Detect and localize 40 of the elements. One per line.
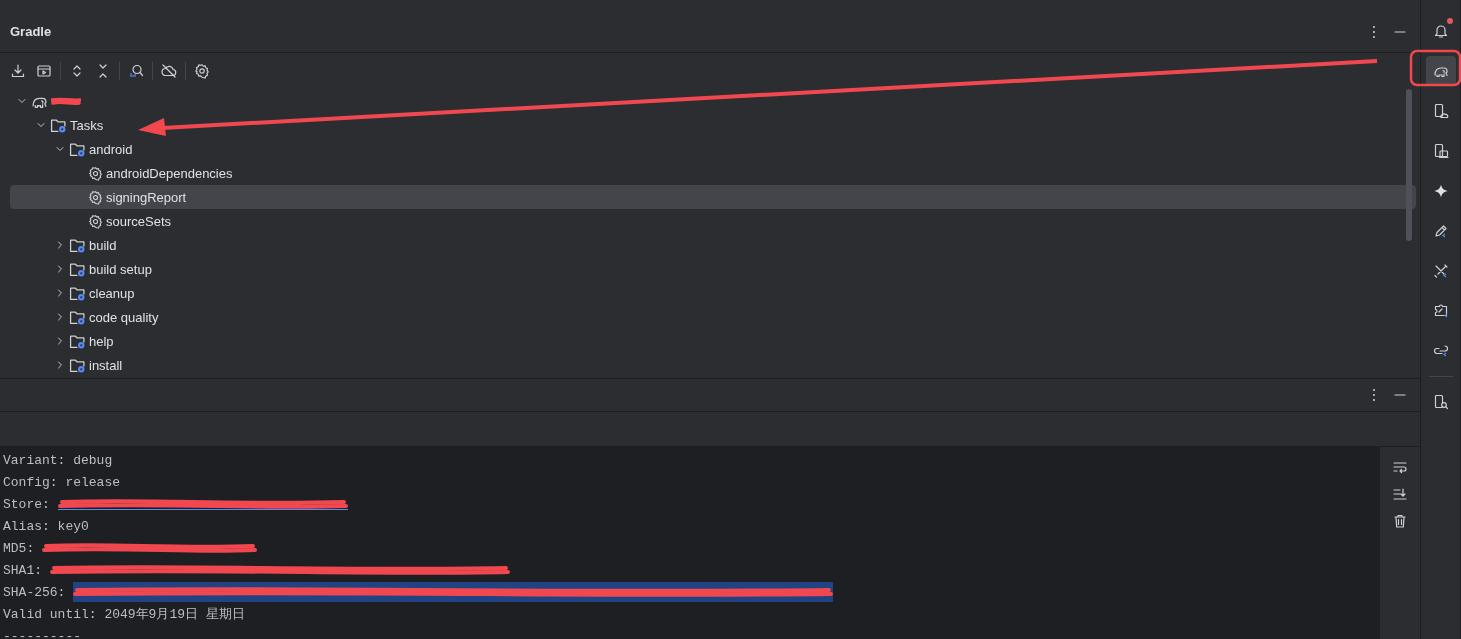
- gear-icon: [88, 165, 103, 181]
- gear-icon: [88, 189, 103, 205]
- tree-label: signingReport: [106, 189, 187, 205]
- tree-item[interactable]: help: [10, 329, 1416, 353]
- tree-item[interactable]: androidDependencies: [10, 161, 1416, 185]
- tree-label: cleanup: [89, 285, 135, 301]
- tree-item[interactable]: install: [10, 353, 1416, 377]
- panel-title: Gradle: [10, 24, 53, 39]
- tree-label: android: [89, 141, 133, 157]
- tree-label: help: [89, 333, 114, 349]
- tree-label: install: [89, 357, 123, 373]
- tree-label: androidDependencies: [106, 165, 233, 181]
- tree-item[interactable]: signingReport: [10, 185, 1416, 209]
- tree-item[interactable]: android: [10, 137, 1416, 161]
- elephant-icon[interactable]: [1425, 56, 1456, 86]
- tree-label: build: [89, 237, 117, 253]
- console-line: MD5:: [3, 540, 35, 556]
- tree-label: sourceSets: [106, 213, 172, 229]
- console-line: Alias: key0: [3, 518, 89, 534]
- console-line: SHA-256:: [3, 584, 66, 600]
- redaction-scribble: [51, 96, 81, 106]
- scrollbar[interactable]: [1406, 89, 1412, 241]
- tree-item[interactable]: code quality: [10, 305, 1416, 329]
- tree-item[interactable]: build: [10, 233, 1416, 257]
- tree-item[interactable]: cleanup: [10, 281, 1416, 305]
- console-line: Store:: [3, 496, 50, 512]
- tree-label: Tasks: [70, 117, 104, 133]
- annotation-ring: [1409, 49, 1461, 87]
- tree-item[interactable]: Tasks: [10, 113, 1416, 137]
- console-line: Variant: debug: [3, 452, 113, 468]
- tree-item[interactable]: sourceSets: [10, 209, 1416, 233]
- tree-item[interactable]: build setup: [10, 257, 1416, 281]
- settings-icon[interactable]: [192, 61, 212, 81]
- tree-label: build setup: [89, 261, 152, 277]
- console-line: Config: release: [3, 474, 121, 490]
- console-line: Valid until: 2049年9月19日 星期日: [3, 606, 245, 623]
- console-line: ----------: [3, 628, 81, 639]
- gear-icon: [88, 213, 103, 229]
- console-line: SHA1:: [3, 562, 42, 578]
- tree-label: code quality: [89, 309, 159, 325]
